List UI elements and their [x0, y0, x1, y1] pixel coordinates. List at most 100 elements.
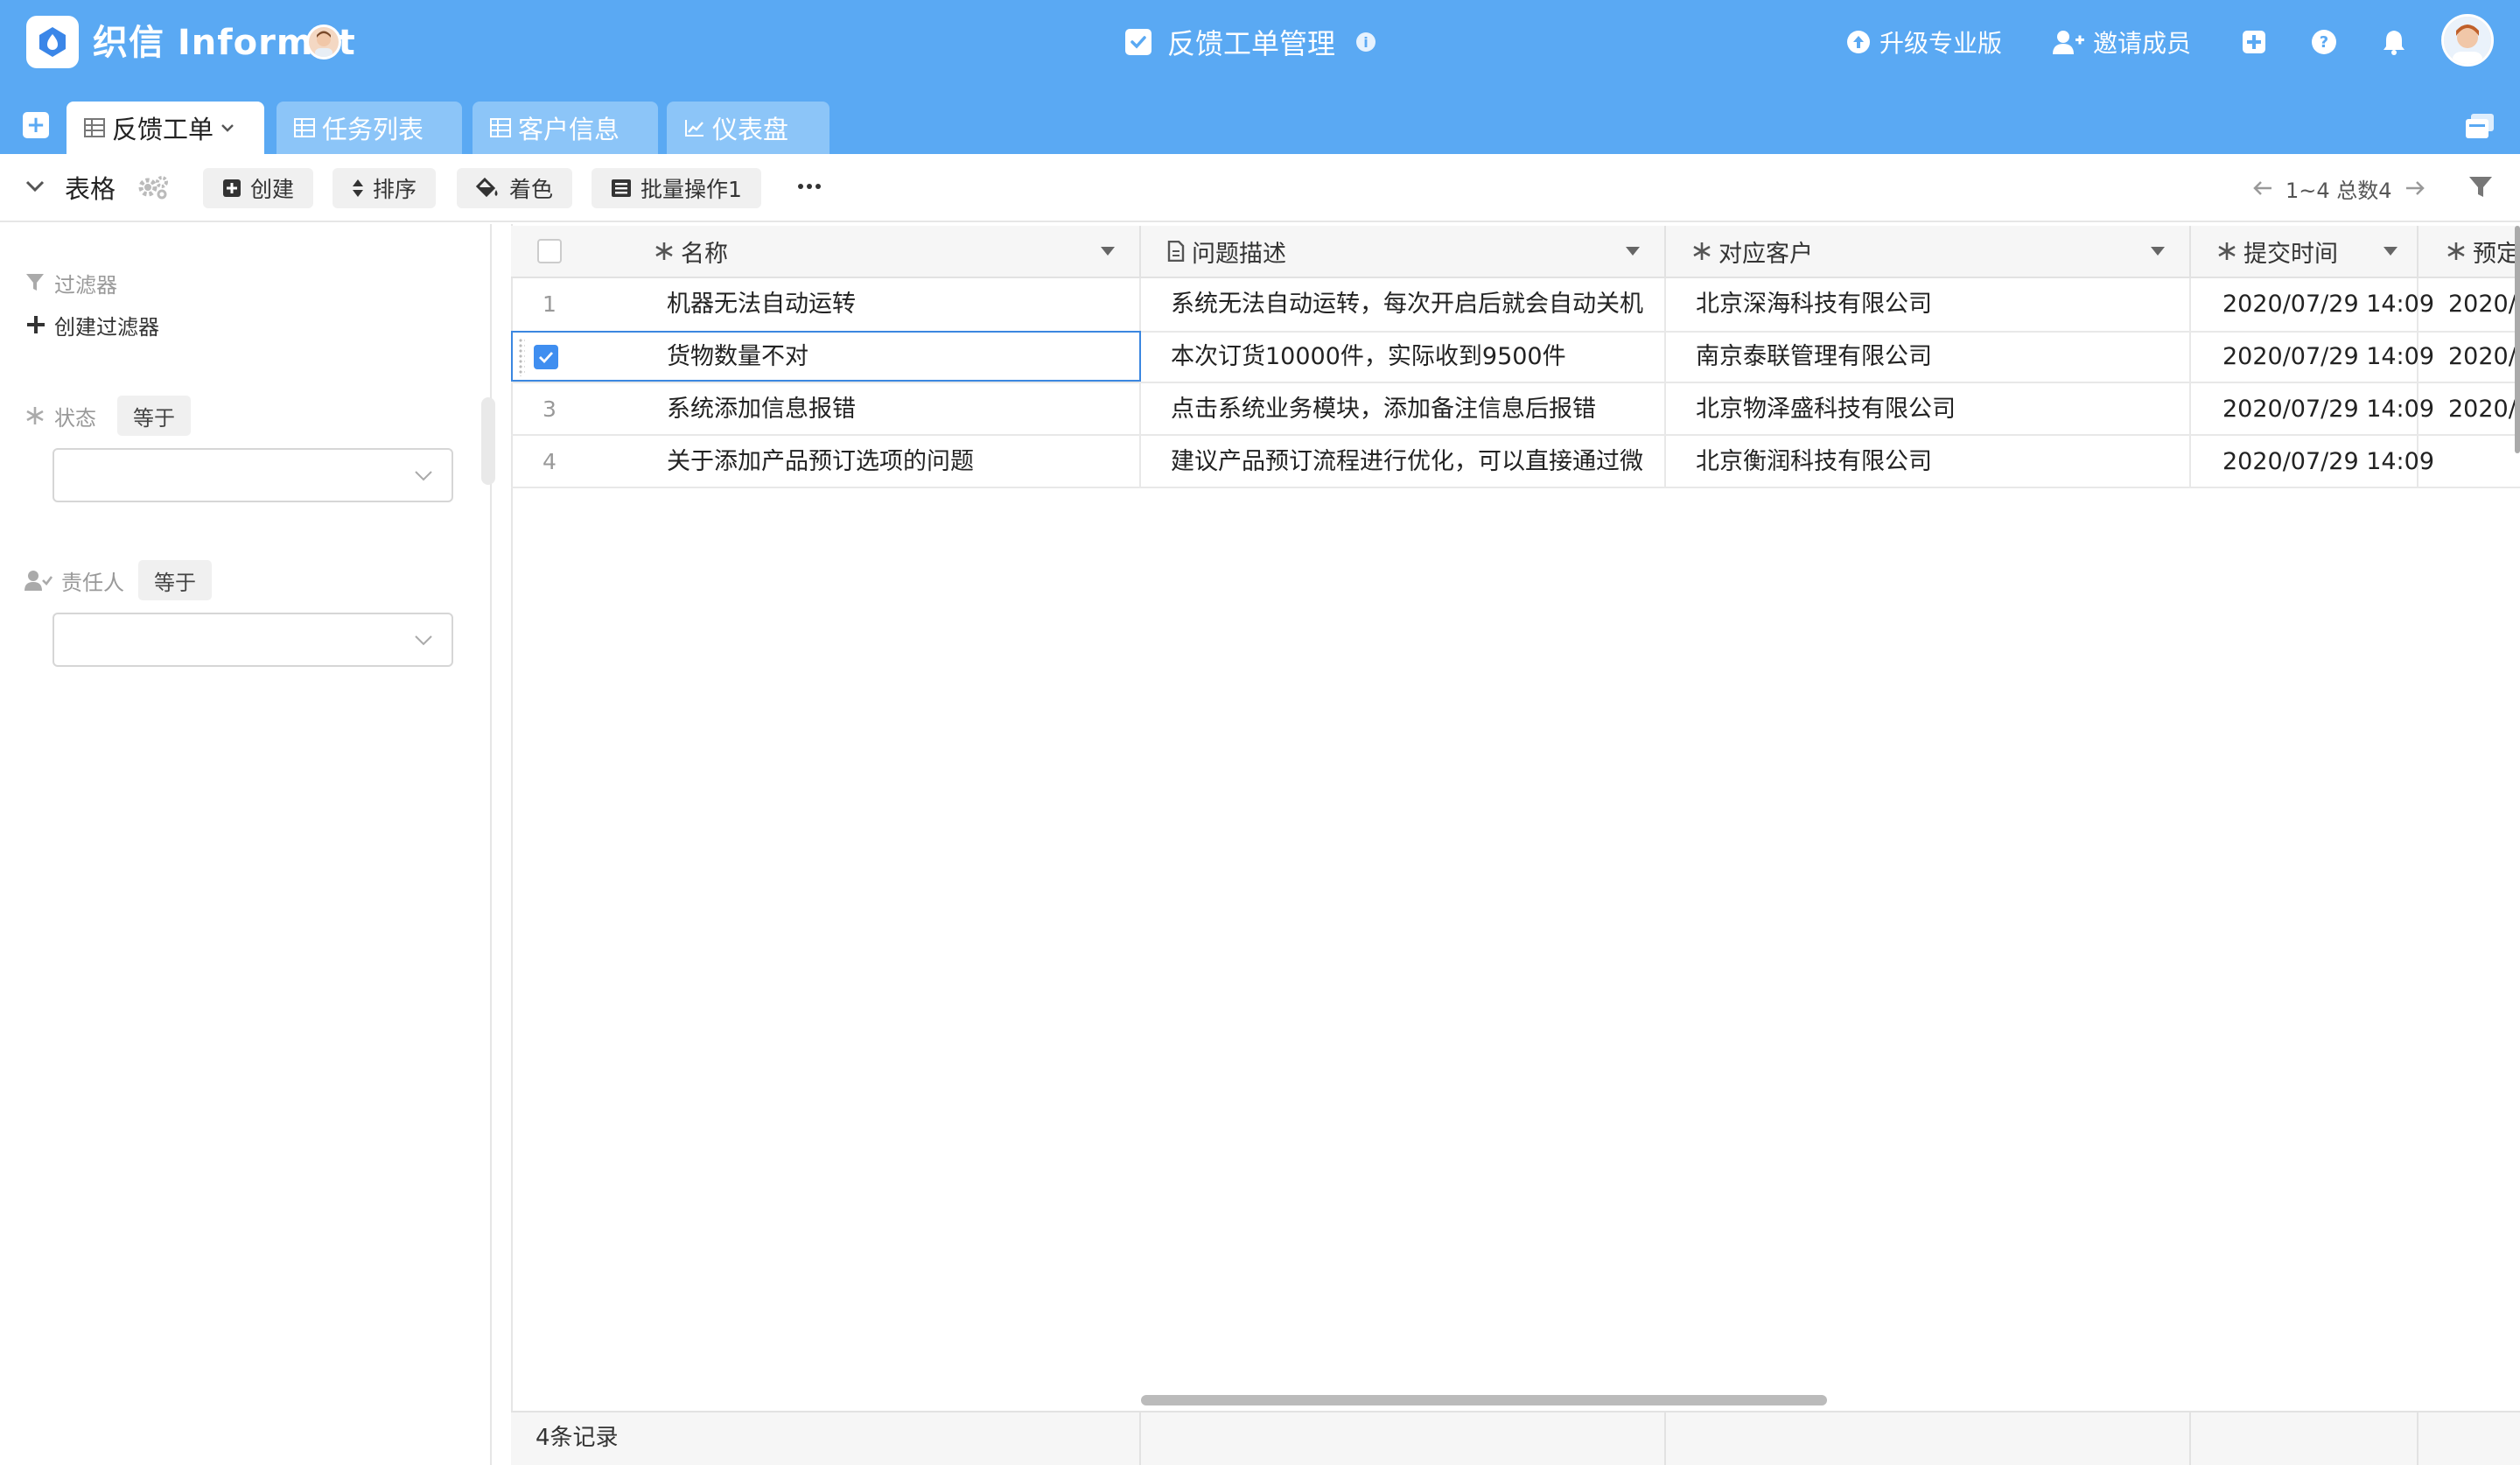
horizontal-scrollbar[interactable] [1141, 1395, 1827, 1405]
svg-text:?: ? [2320, 33, 2328, 52]
more-icon[interactable] [798, 175, 821, 198]
document-icon [1167, 241, 1185, 262]
info-icon[interactable]: i [1356, 32, 1376, 52]
select-all-checkbox[interactable] [537, 239, 562, 263]
cell-due[interactable] [2448, 436, 2520, 488]
filter-title-label: 过滤器 [54, 272, 117, 298]
tab-customer-info[interactable]: 客户信息 [472, 102, 658, 154]
column-header-name[interactable]: 名称 [511, 226, 1141, 278]
cell-submit-time[interactable]: 2020/07/29 14:09 [2222, 278, 2434, 331]
view-label[interactable]: 表格 [65, 172, 116, 207]
settings-gears-icon[interactable] [136, 173, 170, 205]
sort-button[interactable]: 排序 [332, 168, 437, 208]
footer-divider [2189, 1412, 2191, 1465]
chevron-down-icon [415, 471, 432, 481]
cell-due[interactable]: 2020/0 [2448, 383, 2520, 436]
tab-label: 反馈工单 [112, 115, 214, 144]
cell-customer[interactable]: 南京泰联管理有限公司 [1696, 331, 1932, 383]
column-menu-icon[interactable] [2384, 247, 2398, 256]
cell-name[interactable]: 系统添加信息报错 [667, 383, 856, 436]
prev-page-icon[interactable] [2252, 179, 2273, 197]
next-page-icon[interactable] [2404, 179, 2426, 197]
tab-label: 仪表盘 [712, 115, 789, 144]
cell-submit-time[interactable]: 2020/07/29 14:09 [2222, 383, 2434, 436]
column-title: 问题描述 [1192, 240, 1286, 268]
column-header-customer[interactable]: 对应客户 [1666, 226, 2191, 278]
filter-value-status-select[interactable] [52, 448, 453, 502]
chevron-down-icon[interactable] [220, 123, 234, 133]
add-icon[interactable] [2236, 25, 2272, 60]
workspace-avatar-icon[interactable] [306, 25, 341, 60]
vertical-scrollbar[interactable] [2515, 226, 2520, 453]
app-title-check-icon [1125, 29, 1152, 55]
cell-customer[interactable]: 北京衡润科技有限公司 [1696, 436, 1932, 488]
batch-operation-button[interactable]: 批量操作1 [592, 168, 761, 208]
column-menu-icon[interactable] [1626, 247, 1640, 256]
filter-field-status: 状态 [54, 405, 96, 431]
table-row[interactable]: 3 系统添加信息报错 点击系统业务模块，添加备注信息后报错 北京物泽盛科技有限公… [511, 383, 2520, 436]
grid-icon [490, 118, 511, 137]
app-title-group: 反馈工单管理 i [1125, 19, 1376, 65]
cell-description[interactable]: 点击系统业务模块，添加备注信息后报错 [1171, 383, 1643, 436]
filter-icon[interactable] [2468, 175, 2494, 203]
column-menu-icon[interactable] [1101, 247, 1115, 256]
cell-name[interactable]: 机器无法自动运转 [667, 278, 856, 331]
cell-submit-time[interactable]: 2020/07/29 14:09 [2222, 436, 2434, 488]
color-button[interactable]: 着色 [457, 168, 573, 208]
column-title: 提交时间 [2244, 240, 2338, 268]
cell-description[interactable]: 本次订货10000件，实际收到9500件 [1171, 331, 1643, 383]
tab-dashboard[interactable]: 仪表盘 [667, 102, 830, 154]
tab-task-list[interactable]: 任务列表 [276, 102, 462, 154]
filter-operator-owner[interactable]: 等于 [138, 560, 212, 600]
column-menu-icon[interactable] [2151, 247, 2165, 256]
pagination: 1~4 总数4 [2252, 173, 2426, 203]
batch-label: 批量操作1 [640, 177, 742, 202]
user-avatar[interactable] [2441, 14, 2494, 67]
tab-label: 客户信息 [518, 115, 620, 144]
chart-icon [685, 120, 704, 137]
create-filter-label: 创建过滤器 [54, 314, 159, 340]
row-number: 1 [542, 291, 556, 317]
filter-value-owner-select[interactable] [52, 613, 453, 667]
create-button[interactable]: 创建 [203, 168, 314, 208]
filter-operator-status[interactable]: 等于 [117, 396, 191, 436]
cell-customer[interactable]: 北京物泽盛科技有限公司 [1696, 383, 1956, 436]
create-filter-button[interactable]: 创建过滤器 [26, 310, 159, 340]
add-view-icon[interactable]: + [23, 112, 49, 138]
filter-field-owner: 责任人 [61, 570, 124, 595]
filter-status-label: 状态 [24, 401, 96, 431]
footer-divider [1664, 1412, 1666, 1465]
table-row[interactable]: 4 关于添加产品预订选项的问题 建议产品预订流程进行优化，可以直接通过微信 北京… [511, 436, 2520, 488]
logo-icon[interactable] [26, 16, 79, 68]
collapse-view-chevron-icon[interactable] [24, 179, 46, 198]
column-header-description[interactable]: 问题描述 [1141, 226, 1666, 278]
help-icon[interactable]: ? [2306, 25, 2342, 60]
tab-feedback-orders[interactable]: 反馈工单 [66, 102, 264, 154]
column-title: 对应客户 [1718, 240, 1813, 268]
grid-icon [84, 118, 105, 137]
cell-description[interactable]: 建议产品预订流程进行优化，可以直接通过微信 [1171, 436, 1643, 488]
window-restore-icon[interactable] [2464, 112, 2496, 140]
invite-members-button[interactable]: 邀请成员 [2053, 21, 2191, 63]
footer-divider [2417, 1412, 2418, 1465]
add-user-icon [2053, 31, 2084, 54]
column-header-submit-time[interactable]: 提交时间 [2191, 226, 2418, 278]
bell-icon[interactable] [2376, 25, 2412, 60]
cell-name[interactable]: 关于添加产品预订选项的问题 [667, 436, 974, 488]
table-row[interactable]: 1 机器无法自动运转 系统无法自动运转，每次开启后就会自动关机 北京深海科技有限… [511, 278, 2520, 331]
upgrade-button[interactable]: 升级专业版 [1846, 21, 2002, 63]
cell-description[interactable]: 系统无法自动运转，每次开启后就会自动关机 [1171, 278, 1643, 331]
sort-icon [353, 179, 363, 197]
color-label: 着色 [509, 177, 554, 202]
required-asterisk-icon [2447, 242, 2465, 260]
cell-submit-time[interactable]: 2020/07/29 14:09 [2222, 331, 2434, 383]
cell-customer[interactable]: 北京深海科技有限公司 [1696, 278, 1932, 331]
upgrade-label: 升级专业版 [1880, 29, 2003, 58]
selected-cell-outline [511, 331, 1141, 382]
upgrade-arrow-icon [1847, 31, 1870, 53]
column-header-due[interactable]: 预定 [2418, 226, 2520, 278]
cell-due[interactable]: 2020/0 [2448, 331, 2520, 383]
funnel-icon [26, 274, 44, 291]
cell-due[interactable]: 2020/0 [2448, 278, 2520, 331]
sidebar-collapse-handle[interactable] [481, 397, 495, 485]
